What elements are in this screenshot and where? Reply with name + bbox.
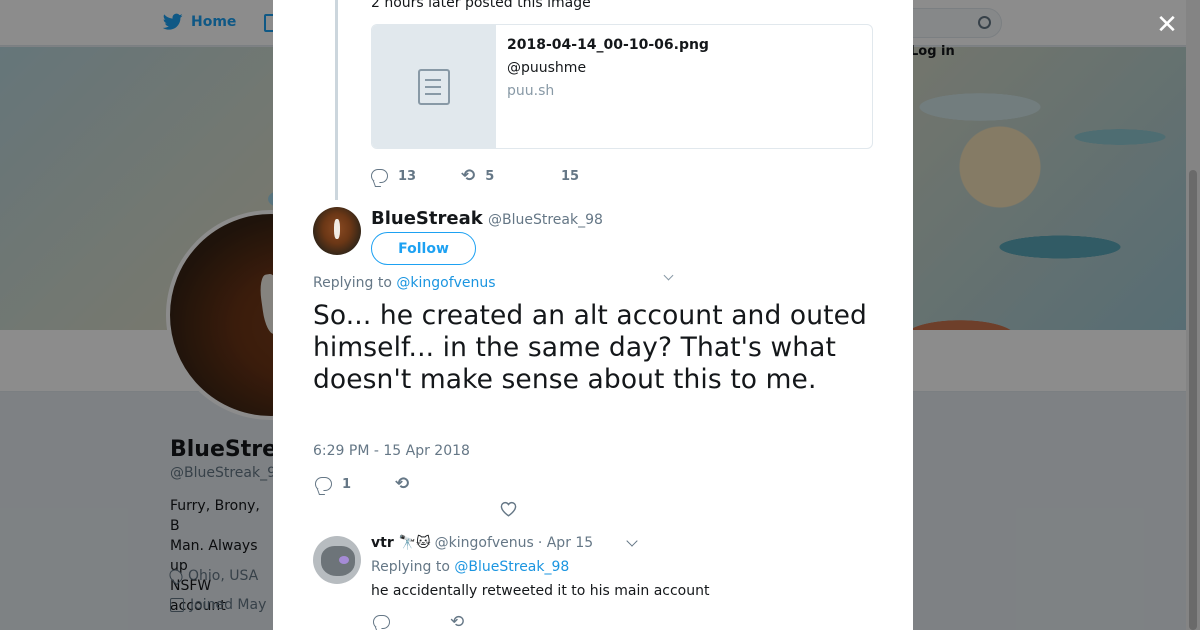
like-button[interactable]: 15	[551, 169, 611, 184]
tweet-author-name[interactable]: BlueStreak	[371, 208, 483, 229]
tweet-permalink-modal: 2 hours later posted this image 2018-04-…	[273, 0, 913, 630]
reply-author-handle[interactable]: @kingofvenus	[435, 535, 534, 551]
avatar-face	[321, 546, 355, 576]
tweet-timestamp[interactable]: 6:29 PM - 15 Apr 2018	[313, 443, 470, 459]
close-icon[interactable]: ✕	[1156, 12, 1178, 38]
card-domain: puu.sh	[507, 83, 555, 99]
like-button[interactable]	[500, 501, 517, 521]
previous-tweet-text: 2 hours later posted this image	[371, 0, 591, 11]
replying-to-link[interactable]: @BlueStreak_98	[454, 559, 569, 575]
reply-author-name[interactable]: vtr 🔭🐱	[371, 535, 431, 551]
retweet-icon: ⟲	[395, 474, 410, 494]
like-count: 15	[561, 168, 580, 184]
tweet-actions: 1 ⟲	[315, 474, 410, 494]
link-card[interactable]: 2018-04-14_00-10-06.png @puushme puu.sh	[371, 24, 873, 149]
reply-date[interactable]: · Apr 15	[538, 535, 593, 551]
replying-to: Replying to @kingofvenus	[313, 275, 496, 291]
reply-button[interactable]: 1	[315, 477, 395, 492]
previous-tweet-actions: 13 ⟲ 5 15	[371, 166, 611, 186]
card-description: @puushme	[507, 60, 587, 76]
reply-icon	[315, 477, 332, 491]
heart-icon	[500, 501, 517, 517]
reply-header: vtr 🔭🐱 @kingofvenus · Apr 15	[371, 535, 593, 551]
reply-actions: ⟲	[373, 614, 464, 630]
card-title: 2018-04-14_00-10-06.png	[507, 37, 709, 53]
avatar[interactable]	[313, 536, 361, 584]
retweet-button[interactable]: ⟲ 5	[461, 166, 551, 186]
card-body: 2018-04-14_00-10-06.png @puushme puu.sh	[496, 25, 720, 148]
reply-text: he accidentally retweeted it to his main…	[371, 583, 710, 599]
replying-to-link[interactable]: @kingofvenus	[396, 275, 495, 291]
avatar[interactable]	[313, 207, 361, 255]
reply-icon	[371, 169, 388, 183]
chevron-down-icon[interactable]	[663, 270, 674, 281]
reply-count: 13	[398, 168, 417, 184]
reply-count: 1	[342, 476, 352, 492]
document-icon	[417, 68, 450, 105]
replying-to: Replying to @BlueStreak_98	[371, 559, 569, 575]
thread-connector	[335, 0, 338, 200]
tweet-author-handle[interactable]: @BlueStreak_98	[488, 212, 603, 228]
avatar-eye	[339, 556, 349, 564]
chevron-down-icon[interactable]	[626, 535, 638, 547]
retweet-count: 5	[485, 168, 495, 184]
horse-blaze	[334, 219, 340, 239]
tweet-text: So... he created an alt account and oute…	[313, 300, 867, 395]
reply-button[interactable]: 13	[371, 169, 461, 184]
card-thumbnail	[372, 25, 496, 148]
follow-button[interactable]: Follow	[371, 232, 476, 265]
replying-prefix: Replying to	[371, 559, 450, 575]
reply-icon[interactable]	[373, 615, 390, 629]
retweet-icon[interactable]: ⟲	[450, 614, 464, 630]
replying-prefix: Replying to	[313, 275, 392, 291]
retweet-button[interactable]: ⟲	[395, 474, 410, 494]
retweet-icon: ⟲	[461, 166, 476, 186]
